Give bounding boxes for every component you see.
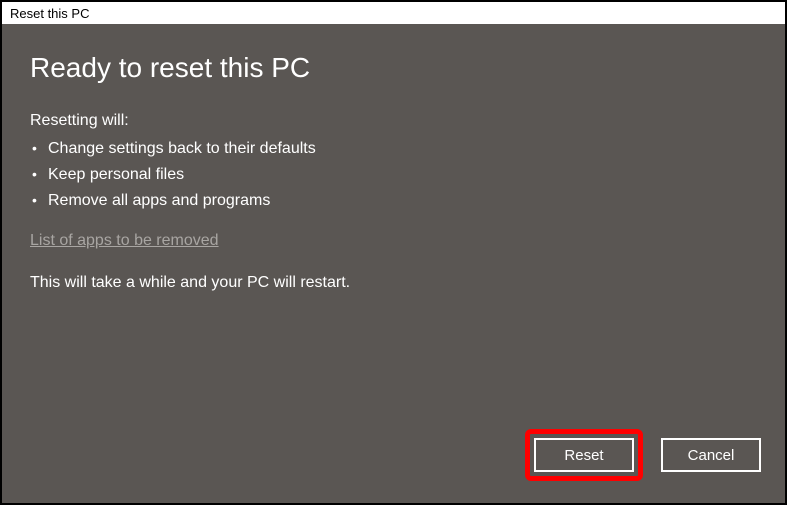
dialog-content: Ready to reset this PC Resetting will: C… [2, 24, 785, 503]
page-heading: Ready to reset this PC [30, 52, 757, 84]
window-titlebar: Reset this PC [2, 2, 785, 24]
apps-to-remove-link[interactable]: List of apps to be removed [30, 232, 757, 250]
reset-button[interactable]: Reset [534, 438, 634, 472]
resetting-subheading: Resetting will: [30, 112, 757, 130]
window-title: Reset this PC [10, 6, 89, 21]
reset-actions-list: Change settings back to their defaults K… [30, 140, 757, 218]
cancel-button[interactable]: Cancel [661, 438, 761, 472]
reset-button-highlight: Reset [525, 429, 643, 481]
list-item: Keep personal files [30, 166, 757, 184]
reset-pc-window: Reset this PC Ready to reset this PC Res… [0, 0, 787, 505]
dialog-button-row: Reset Cancel [525, 429, 761, 481]
list-item: Change settings back to their defaults [30, 140, 757, 158]
list-item: Remove all apps and programs [30, 192, 757, 210]
restart-note: This will take a while and your PC will … [30, 274, 757, 292]
